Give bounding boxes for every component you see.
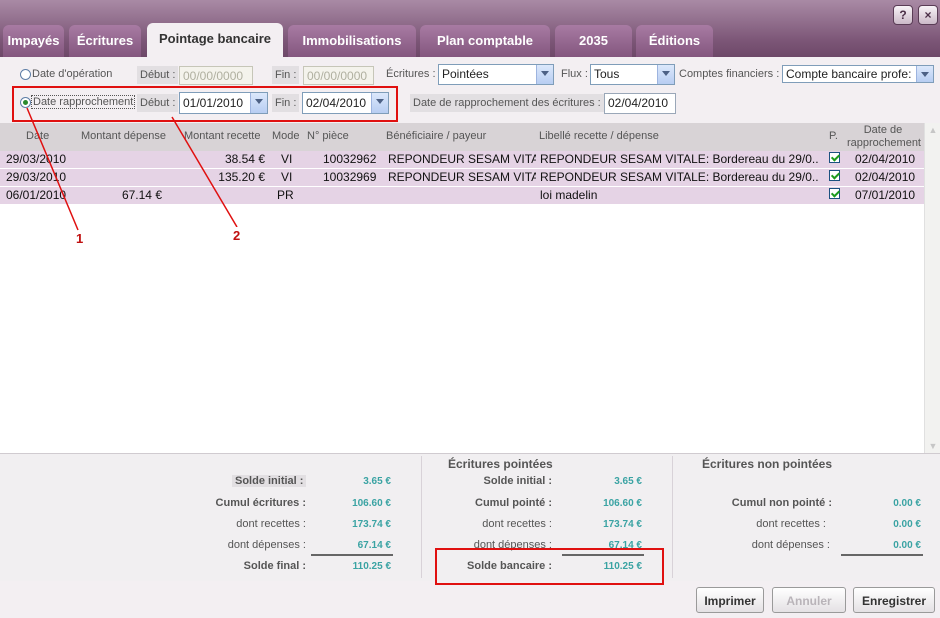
non-pointees-depenses-label: dont dépenses :	[751, 539, 830, 551]
pointees-recettes-label: dont recettes :	[482, 518, 552, 530]
solde-final-value: 110.25 €	[352, 561, 391, 572]
annuler-button[interactable]: Annuler	[772, 587, 846, 613]
summary-divider	[672, 456, 673, 578]
pointees-solde-initial-label: Solde initial :	[483, 475, 552, 487]
ecritures-non-pointees-title: Écritures non pointées	[702, 457, 833, 471]
non-pointees-recettes-label: dont recettes :	[756, 518, 826, 530]
annotation-number-1: 1	[76, 231, 84, 246]
non-pointees-recettes-value: 0.00 €	[893, 519, 921, 530]
total-rule	[841, 554, 923, 556]
dont-recettes-value: 173.74 €	[352, 519, 391, 530]
dont-depenses-value: 67.14 €	[357, 540, 391, 551]
cumul-non-pointe-label: Cumul non pointé :	[731, 497, 832, 509]
imprimer-button[interactable]: Imprimer	[696, 587, 764, 613]
solde-initial-label: Solde initial :	[232, 475, 307, 487]
dont-recettes-label: dont recettes :	[236, 518, 306, 530]
cumul-ecritures-value: 106.60 €	[352, 498, 391, 509]
pointees-solde-initial-value: 3.65 €	[614, 476, 642, 487]
ecritures-pointees-title: Écritures pointées	[448, 457, 553, 471]
annotation-number-2: 2	[233, 228, 241, 243]
cumul-pointe-value: 106.60 €	[603, 498, 642, 509]
solde-final-label: Solde final :	[243, 560, 306, 572]
total-rule	[311, 554, 393, 556]
cumul-non-pointe-value: 0.00 €	[893, 498, 921, 509]
enregistrer-button[interactable]: Enregistrer	[853, 587, 935, 613]
cumul-pointe-label: Cumul pointé :	[475, 497, 552, 509]
cumul-ecritures-label: Cumul écritures :	[215, 497, 306, 509]
summary-divider	[421, 456, 422, 578]
annotation-highlight-solde-bancaire	[435, 548, 664, 585]
pointees-recettes-value: 173.74 €	[603, 519, 642, 530]
solde-initial-value: 3.65 €	[363, 476, 391, 487]
non-pointees-depenses-value: 0.00 €	[893, 540, 921, 551]
dont-depenses-label: dont dépenses :	[227, 539, 306, 551]
